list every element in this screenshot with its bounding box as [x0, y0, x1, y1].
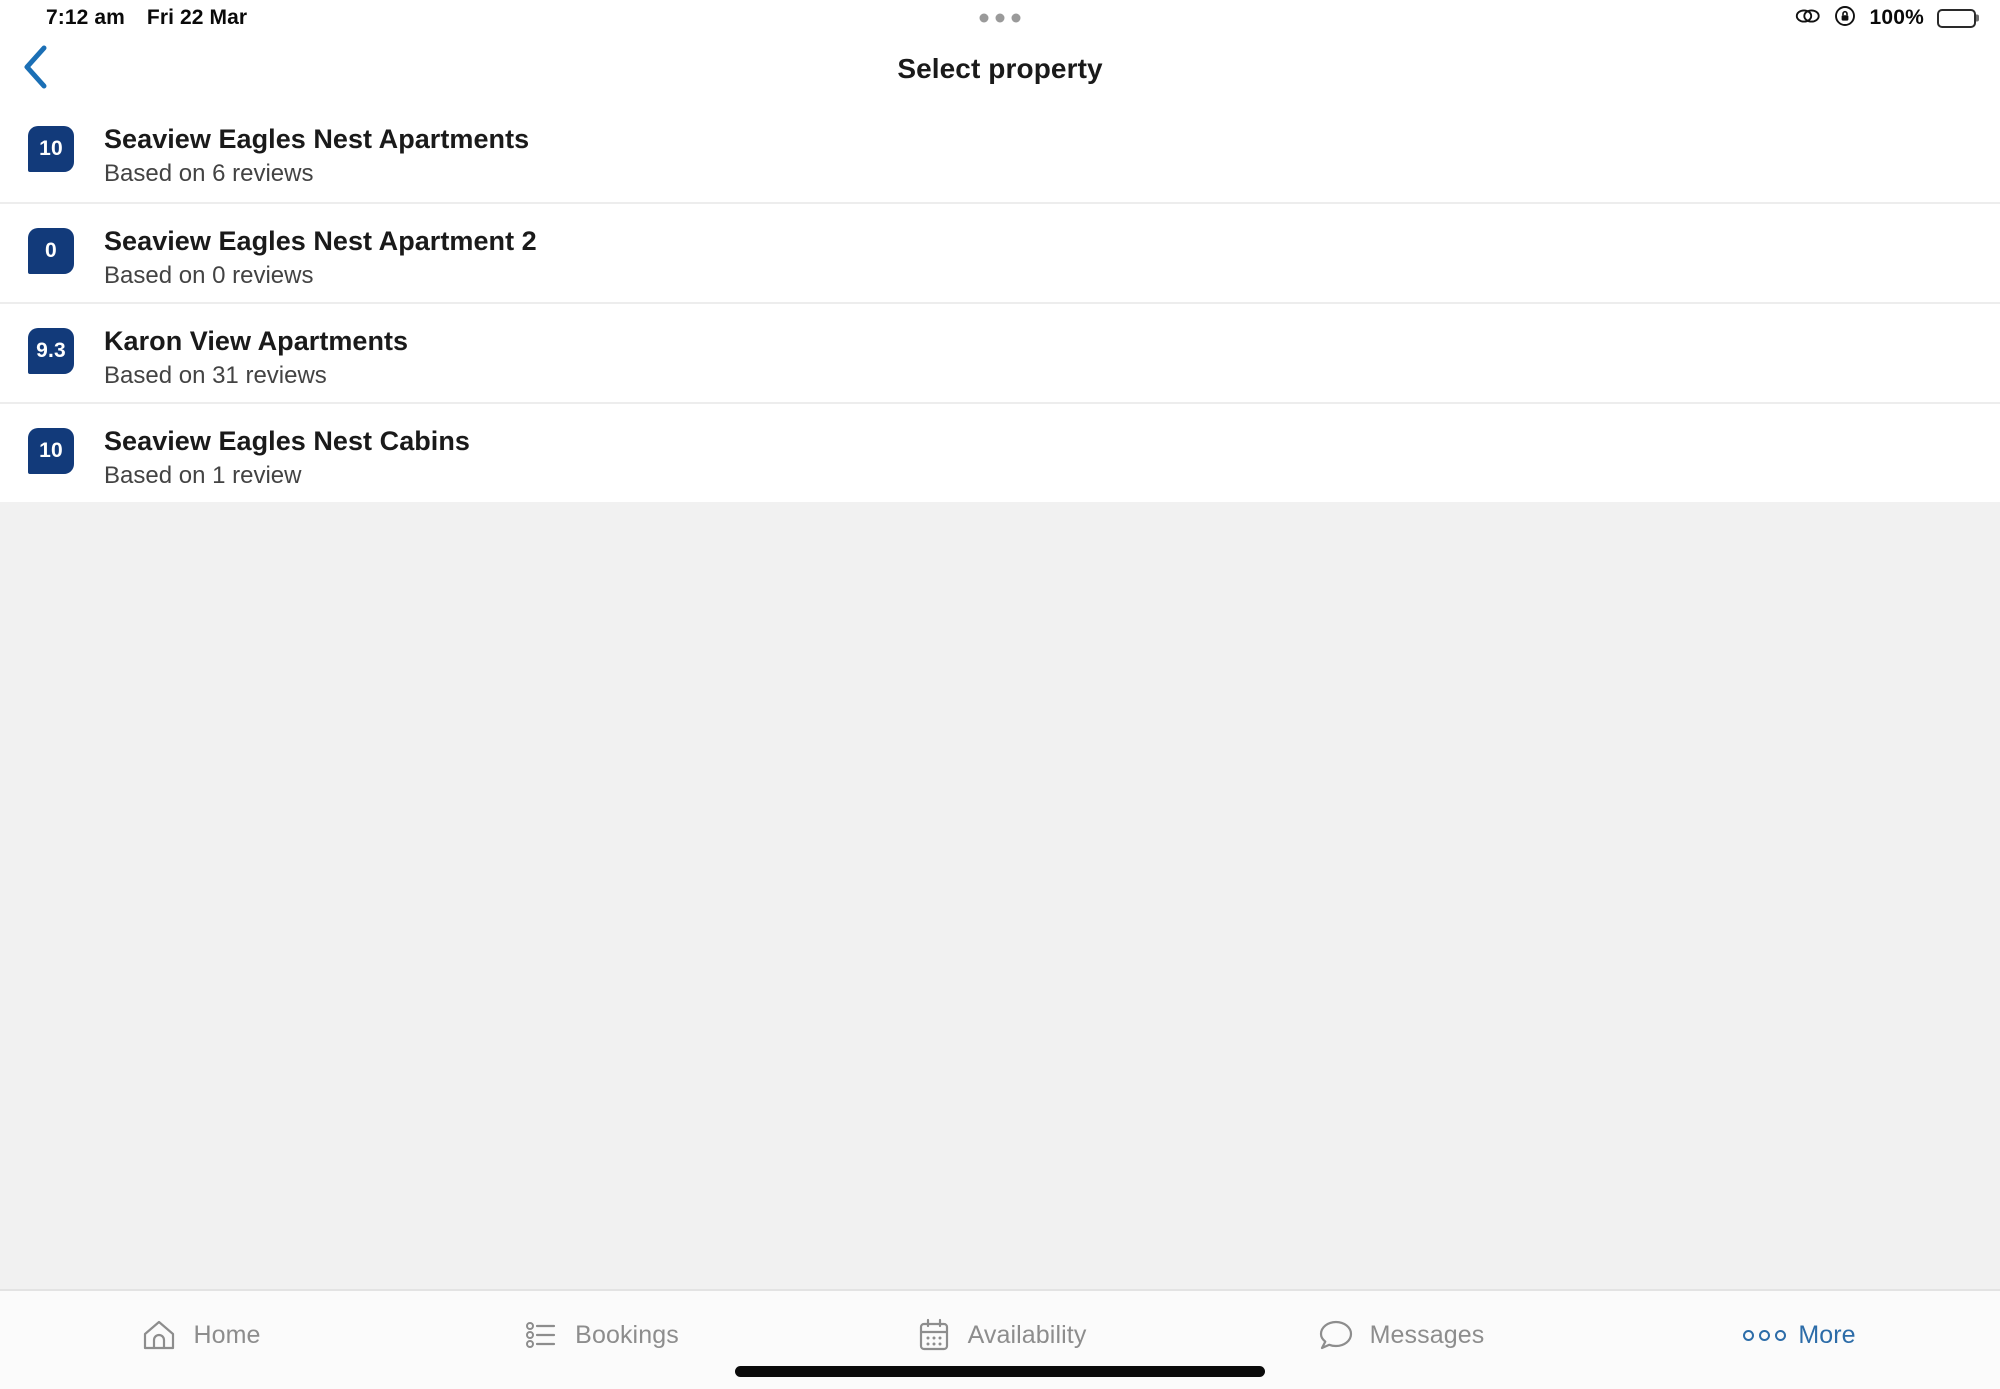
multitask-dot [979, 13, 989, 23]
chat-bubble-icon [1316, 1315, 1356, 1355]
tab-label: Home [193, 1320, 261, 1349]
page-title: Select property [897, 53, 1103, 84]
home-indicator[interactable] [735, 1366, 1265, 1377]
chevron-left-icon [21, 44, 51, 95]
tab-label: Messages [1369, 1320, 1485, 1349]
list-item-text: Seaview Eagles Nest Apartment 2 Based on… [104, 226, 537, 290]
multitask-dot [1011, 13, 1021, 23]
list-item-text: Seaview Eagles Nest Cabins Based on 1 re… [104, 426, 470, 490]
property-name: Seaview Eagles Nest Apartments [104, 124, 530, 154]
property-list: 10 Seaview Eagles Nest Apartments Based … [0, 102, 2000, 502]
tab-home[interactable]: Home [0, 1309, 400, 1361]
review-count: Based on 1 review [104, 462, 302, 490]
list-icon [521, 1315, 561, 1355]
calendar-icon [914, 1315, 954, 1355]
property-name: Karon View Apartments [104, 326, 409, 356]
three-dots-glyph [1742, 1329, 1786, 1341]
property-name: Seaview Eagles Nest Apartment 2 [104, 226, 537, 256]
score-badge: 10 [28, 126, 74, 172]
tab-availability[interactable]: Availability [800, 1309, 1200, 1361]
status-date: Fri 22 Mar [146, 6, 248, 29]
rotation-lock-icon [1834, 5, 1856, 32]
score-badge: 9.3 [28, 328, 74, 374]
tab-more[interactable]: More [1600, 1309, 2000, 1361]
review-count: Based on 31 reviews [104, 362, 327, 390]
nav-header: Select property [0, 36, 2000, 102]
dot [1742, 1329, 1754, 1341]
empty-content-area [0, 502, 2000, 1289]
list-item-text: Seaview Eagles Nest Apartments Based on … [104, 124, 529, 188]
property-name: Seaview Eagles Nest Cabins [104, 426, 470, 456]
link-icon [1795, 6, 1821, 31]
status-bar-left: 7:12 am Fri 22 Mar [46, 6, 247, 30]
list-item[interactable]: 0 Seaview Eagles Nest Apartment 2 Based … [0, 202, 2000, 302]
dot [1774, 1329, 1786, 1341]
score-badge: 0 [28, 228, 74, 274]
home-icon [139, 1315, 179, 1355]
list-item-text: Karon View Apartments Based on 31 review… [104, 326, 408, 390]
status-time: 7:12 am [46, 6, 125, 29]
score-badge: 10 [28, 428, 74, 474]
tab-messages[interactable]: Messages [1200, 1309, 1600, 1361]
tab-label: Availability [967, 1320, 1087, 1349]
multitask-handle-icon[interactable] [979, 13, 1021, 23]
tab-label: More [1798, 1320, 1856, 1349]
tab-bookings[interactable]: Bookings [400, 1309, 800, 1361]
multitask-dot [995, 13, 1005, 23]
list-item[interactable]: 9.3 Karon View Apartments Based on 31 re… [0, 302, 2000, 402]
back-button[interactable] [8, 41, 64, 97]
three-dots-icon [1742, 1315, 1786, 1355]
tab-label: Bookings [575, 1320, 679, 1349]
battery-percent: 100% [1869, 6, 1924, 29]
review-count: Based on 6 reviews [104, 160, 314, 188]
dot [1758, 1329, 1770, 1341]
battery-icon [1937, 8, 1976, 28]
list-item[interactable]: 10 Seaview Eagles Nest Cabins Based on 1… [0, 402, 2000, 502]
status-bar: 7:12 am Fri 22 Mar 100% [0, 0, 2000, 36]
app-screen: 7:12 am Fri 22 Mar 100% Select property … [0, 0, 2000, 1389]
review-count: Based on 0 reviews [104, 262, 314, 290]
status-bar-right: 100% [1795, 5, 1976, 32]
list-item[interactable]: 10 Seaview Eagles Nest Apartments Based … [0, 102, 2000, 202]
